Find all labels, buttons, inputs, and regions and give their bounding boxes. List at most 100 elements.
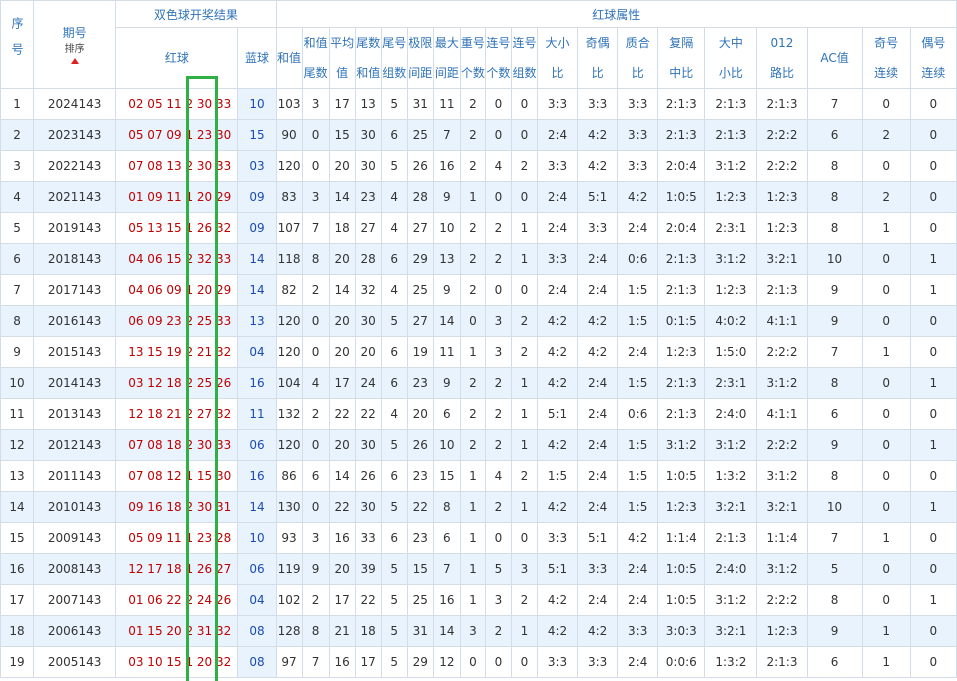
row-odd-even: 4:2: [577, 336, 619, 368]
row-ac: 7: [806, 336, 863, 368]
row-tail-group: 5: [380, 150, 408, 182]
row-prime: 2:4: [617, 584, 659, 616]
row-max-gap: 9: [432, 274, 461, 306]
row-tail-group: 5: [380, 553, 408, 585]
row-sum-tail: 3: [301, 522, 330, 554]
row-prime: 0:6: [617, 243, 659, 275]
row-path: 2:1:3: [756, 274, 808, 306]
row-gap: 1:0:5: [657, 553, 706, 585]
row-ac: 5: [806, 553, 863, 585]
row-red-balls: 09 16 18 2 30 31: [115, 491, 239, 523]
row-tail-sum: 17: [354, 646, 382, 678]
row-avg: 17: [328, 584, 356, 616]
row-max-gap: 14: [432, 615, 461, 647]
table-row: 4 2021143 01 09 11 1 20 29 09 83 3 14 23 4 28 9 1 0 0…: [0, 181, 957, 213]
row-odd-even: 4:2: [577, 150, 619, 182]
row-consec: 2: [484, 398, 512, 430]
row-even-run: 0: [909, 615, 957, 647]
row-ac: 8: [806, 212, 863, 244]
row-red-balls: 02 05 11 2 30 33: [115, 88, 239, 120]
row-tail-group: 4: [380, 398, 408, 430]
row-consec-group: 1: [510, 212, 539, 244]
row-sum-tail: 7: [301, 212, 330, 244]
row-gap: 2:1:3: [657, 274, 706, 306]
row-seq: 5: [0, 212, 35, 244]
row-tail-sum: 20: [354, 336, 382, 368]
row-seq: 7: [0, 274, 35, 306]
row-ac: 10: [806, 243, 863, 275]
row-consec: 0: [484, 522, 512, 554]
row-seq: 16: [0, 553, 35, 585]
row-red-balls: 07 08 13 2 30 33: [115, 150, 239, 182]
row-ac: 6: [806, 398, 863, 430]
row-consec-group: 2: [510, 584, 539, 616]
row-gap: 2:1:3: [657, 243, 706, 275]
row-odd-run: 1: [861, 522, 911, 554]
row-bms: 2:4:0: [704, 398, 758, 430]
row-sum: 132: [275, 398, 303, 430]
row-avg: 17: [328, 367, 356, 399]
col-header-bms: 大中 小比: [704, 27, 758, 89]
row-consec: 4: [484, 460, 512, 492]
row-period: 2009143: [33, 522, 117, 554]
row-consec-group: 3: [510, 553, 539, 585]
row-prime: 2:4: [617, 646, 659, 678]
col-header-seq: 序号: [0, 0, 35, 89]
row-blue-ball: 08: [237, 646, 277, 678]
row-max-gap: 16: [432, 584, 461, 616]
row-sum-tail: 0: [301, 336, 330, 368]
row-gap: 1:0:5: [657, 460, 706, 492]
row-blue-ball: 09: [237, 181, 277, 213]
row-consec-group: 0: [510, 274, 539, 306]
row-odd-run: 1: [861, 646, 911, 678]
row-blue-ball: 15: [237, 119, 277, 151]
row-seq: 2: [0, 119, 35, 151]
row-red-balls: 05 09 11 1 23 28: [115, 522, 239, 554]
row-consec: 2: [484, 243, 512, 275]
row-odd-even: 2:4: [577, 367, 619, 399]
row-max-gap: 6: [432, 522, 461, 554]
row-bms: 1:3:2: [704, 646, 758, 678]
row-max-gap: 13: [432, 243, 461, 275]
row-red-balls: 01 06 22 2 24 26: [115, 584, 239, 616]
row-repeat: 2: [459, 367, 486, 399]
row-even-run: 1: [909, 491, 957, 523]
row-path: 2:1:3: [756, 88, 808, 120]
row-gap: 0:1:5: [657, 305, 706, 337]
row-ac: 8: [806, 150, 863, 182]
table-row: 9 2015143 13 15 19 2 21 32 04 120 0 20 20 6 19 11 1…: [0, 336, 957, 368]
row-bms: 1:5:0: [704, 336, 758, 368]
row-seq: 11: [0, 398, 35, 430]
row-period: 2013143: [33, 398, 117, 430]
row-blue-ball: 08: [237, 615, 277, 647]
table-row: 14 2010143 09 16 18 2 30 31 14 130 0 22 30 5 22 8 1…: [0, 491, 957, 523]
row-bms: 1:2:3: [704, 274, 758, 306]
row-big-small: 1:5: [536, 460, 579, 492]
table-row: 15 2009143 05 09 11 1 23 28 10 93 3 16 33 6 23 6 1 0…: [0, 522, 957, 554]
row-ac: 8: [806, 181, 863, 213]
row-period: 2019143: [33, 212, 117, 244]
row-red-balls: 01 15 20 2 31 32: [115, 615, 239, 647]
row-path: 4:1:1: [756, 398, 808, 430]
row-tail-group: 5: [380, 491, 408, 523]
row-seq: 12: [0, 429, 35, 461]
draw-results-table: 序号 期号 排序 双色球开奖结果 红球属性 红球 蓝球 和值 和值 尾数 平均值 …: [0, 0, 957, 678]
row-red-balls: 07 08 18 2 30 33: [115, 429, 239, 461]
row-bms: 2:4:0: [704, 553, 758, 585]
row-blue-ball: 09: [237, 212, 277, 244]
row-consec-group: 0: [510, 119, 539, 151]
row-odd-run: 0: [861, 150, 911, 182]
row-consec-group: 1: [510, 491, 539, 523]
table-row: 19 2005143 03 10 15 1 20 32 08 97 7 16 17 5 29 12 0…: [0, 646, 957, 678]
row-path: 1:2:3: [756, 615, 808, 647]
row-odd-run: 0: [861, 584, 911, 616]
sort-button[interactable]: 排序: [35, 44, 115, 68]
sort-up-arrow-icon: [70, 57, 79, 64]
row-range: 25: [406, 274, 434, 306]
row-ac: 9: [806, 274, 863, 306]
row-gap: 1:2:3: [657, 491, 706, 523]
row-even-run: 0: [909, 398, 957, 430]
table-body: 1 2024143 02 05 11 2 30 33 10 103 3 17 13 5 31 11 2…: [0, 88, 957, 678]
row-max-gap: 9: [432, 181, 461, 213]
row-sum-tail: 9: [301, 553, 330, 585]
